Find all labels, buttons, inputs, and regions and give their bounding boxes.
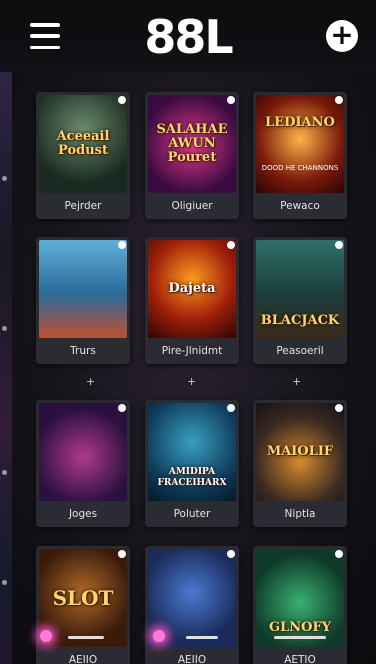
loading-bar xyxy=(68,636,104,639)
edge-dot xyxy=(2,580,7,585)
favorite-dot-icon[interactable] xyxy=(227,241,235,249)
favorite-dot-icon[interactable] xyxy=(227,96,235,104)
game-caption: Pire-Jlnidmt xyxy=(145,338,239,364)
favorite-dot-icon[interactable] xyxy=(335,404,343,412)
game-card[interactable]: Trurs xyxy=(36,237,130,364)
app-logo: 88L xyxy=(144,10,233,64)
game-art-title: MAIOLIF xyxy=(266,444,334,459)
game-card[interactable]: SLOT AEIIO xyxy=(36,546,130,664)
game-card[interactable]: AMIDIPA FRACEIHARX Poluter xyxy=(145,400,239,527)
favorite-dot-icon[interactable] xyxy=(118,96,126,104)
game-art: SALAHAE AWUN Pouret xyxy=(148,95,236,193)
favorite-dot-icon[interactable] xyxy=(118,404,126,412)
favorite-dot-icon[interactable] xyxy=(118,241,126,249)
game-card[interactable]: SALAHAE AWUN Pouret Oligiuer xyxy=(145,92,239,219)
favorite-dot-icon[interactable] xyxy=(335,96,343,104)
loading-bar xyxy=(274,636,326,639)
game-art-title: BLACJACK xyxy=(260,313,340,328)
glow-light xyxy=(40,630,52,642)
game-caption: AETIO xyxy=(253,647,347,664)
game-caption: Pejrder xyxy=(36,193,130,219)
hamburger-menu-icon[interactable] xyxy=(30,23,60,49)
game-caption: AEIIO xyxy=(36,647,130,664)
game-caption: Poluter xyxy=(145,501,239,527)
game-card[interactable]: MAIOLIF Niptla xyxy=(253,400,347,527)
game-art: SLOT xyxy=(39,549,127,647)
edge-dot xyxy=(2,470,7,475)
game-art: Aceeail Podust xyxy=(39,95,127,193)
game-art-title: SLOT xyxy=(52,586,114,610)
game-art: GLNOFY xyxy=(256,549,344,647)
game-art-title: Dajeta xyxy=(168,281,216,296)
game-caption: Peasoeril xyxy=(253,338,347,364)
app-header: 88L + xyxy=(0,0,376,72)
edge-dot xyxy=(2,326,7,331)
separator-mark: + xyxy=(292,375,302,388)
game-art: BLACJACK xyxy=(256,240,344,338)
game-art: MAIOLIF xyxy=(256,403,344,501)
game-art-title: SALAHAE AWUN Pouret xyxy=(156,122,228,165)
game-art xyxy=(39,240,127,338)
game-card[interactable]: AEIIO xyxy=(145,546,239,664)
favorite-dot-icon[interactable] xyxy=(335,550,343,558)
game-art-title: LEDIANO xyxy=(265,115,335,130)
game-art xyxy=(39,403,127,501)
game-art-title: GLNOFY xyxy=(269,620,331,635)
plus-icon: + xyxy=(330,18,354,51)
edge-dot xyxy=(2,176,7,181)
favorite-dot-icon[interactable] xyxy=(335,241,343,249)
glow-light xyxy=(153,630,165,642)
game-art-title: Aceeail Podust xyxy=(56,129,110,158)
game-card[interactable]: Aceeail Podust Pejrder xyxy=(36,92,130,219)
game-card[interactable]: GLNOFY AETIO xyxy=(253,546,347,664)
game-art-title: AMIDIPA FRACEIHARX xyxy=(157,467,227,488)
game-caption: Pewaco xyxy=(253,193,347,219)
add-button[interactable]: + xyxy=(326,20,358,52)
game-caption: Oligiuer xyxy=(145,193,239,219)
game-art: Dajeta xyxy=(148,240,236,338)
separator-mark: + xyxy=(187,375,197,388)
game-caption: Niptla xyxy=(253,501,347,527)
left-edge-strip xyxy=(0,72,12,664)
game-caption: AEIIO xyxy=(145,647,239,664)
favorite-dot-icon[interactable] xyxy=(118,550,126,558)
loading-bar xyxy=(186,636,218,639)
favorite-dot-icon[interactable] xyxy=(227,404,235,412)
game-card[interactable]: Dajeta Pire-Jlnidmt xyxy=(145,237,239,364)
separator-mark: + xyxy=(86,375,96,388)
favorite-dot-icon[interactable] xyxy=(227,550,235,558)
game-caption: Joges xyxy=(36,501,130,527)
game-card[interactable]: BLACJACK Peasoeril xyxy=(253,237,347,364)
game-caption: Trurs xyxy=(36,338,130,364)
game-card[interactable]: Joges xyxy=(36,400,130,527)
game-art-subtitle: DOOD HE CHANNONS xyxy=(261,164,339,172)
game-art: AMIDIPA FRACEIHARX xyxy=(148,403,236,501)
game-art: LEDIANO DOOD HE CHANNONS xyxy=(256,95,344,193)
game-card[interactable]: LEDIANO DOOD HE CHANNONS Pewaco xyxy=(253,92,347,219)
